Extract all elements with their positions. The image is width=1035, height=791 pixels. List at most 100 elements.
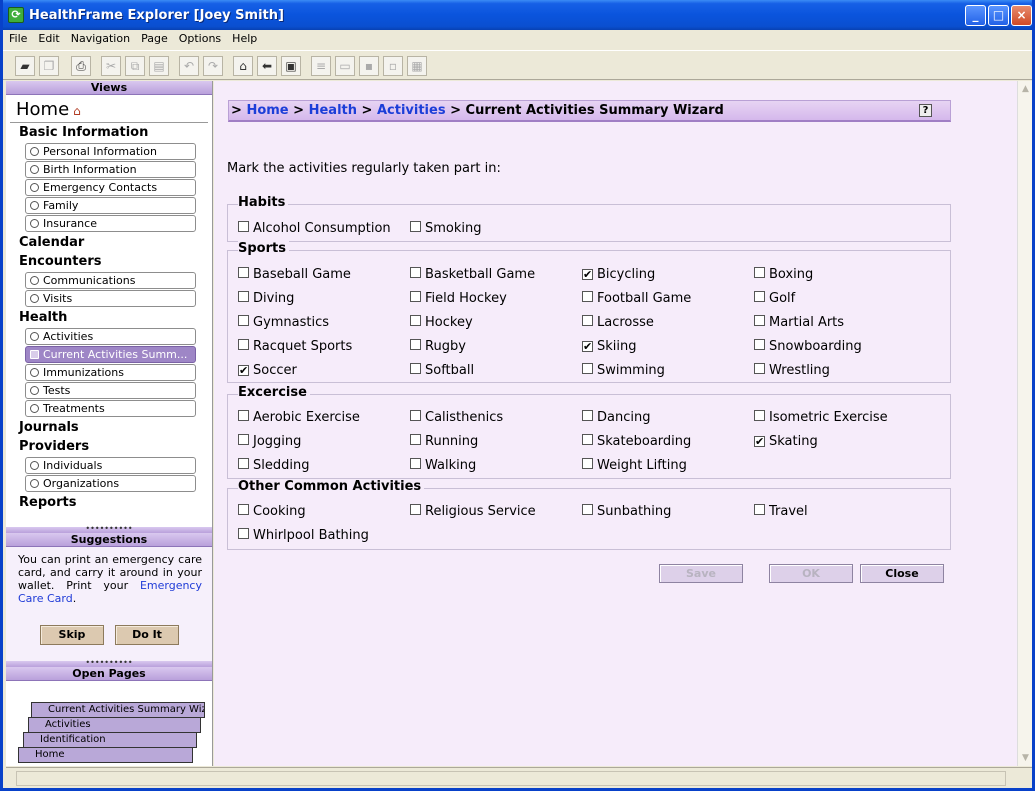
unchecked-box-icon[interactable] [238, 528, 249, 539]
checkbox-skiing[interactable]: ✔ Skiing [582, 339, 637, 354]
checkbox-religious-service[interactable]: Religious Service [410, 504, 536, 519]
checkbox-racquet-sports[interactable]: Racquet Sports [238, 339, 352, 354]
unchecked-box-icon[interactable] [238, 434, 249, 445]
save-as-icon[interactable]: ▫ [383, 56, 403, 76]
unchecked-box-icon[interactable] [754, 363, 765, 374]
open-page-home[interactable]: Home [18, 747, 193, 763]
nav-birth-information[interactable]: Birth Information [25, 161, 196, 178]
section-providers[interactable]: Providers [6, 437, 212, 456]
home-icon[interactable]: ⌂ [233, 56, 253, 76]
section-calendar[interactable]: Calendar [6, 233, 212, 252]
checkbox-football-game[interactable]: Football Game [582, 291, 691, 306]
unchecked-box-icon[interactable] [754, 291, 765, 302]
copy-icon[interactable]: ⧉ [125, 56, 145, 76]
checkbox-whirlpool-bathing[interactable]: Whirlpool Bathing [238, 528, 369, 543]
checkbox-bicycling[interactable]: ✔ Bicycling [582, 267, 655, 282]
nav-treatments[interactable]: Treatments [25, 400, 196, 417]
unchecked-box-icon[interactable] [238, 315, 249, 326]
menu-file[interactable]: File [3, 30, 32, 45]
nav-insurance[interactable]: Insurance [25, 215, 196, 232]
skip-button[interactable]: Skip [40, 625, 104, 645]
checkbox-sledding[interactable]: Sledding [238, 458, 309, 473]
unchecked-box-icon[interactable] [410, 339, 421, 350]
unchecked-box-icon[interactable] [754, 504, 765, 515]
checkbox-rugby[interactable]: Rugby [410, 339, 466, 354]
unchecked-box-icon[interactable] [410, 504, 421, 515]
checkbox-hockey[interactable]: Hockey [410, 315, 473, 330]
checkbox-calisthenics[interactable]: Calisthenics [410, 410, 503, 425]
checkbox-cooking[interactable]: Cooking [238, 504, 306, 519]
breadcrumb-health[interactable]: Health [309, 103, 357, 118]
nav-personal-information[interactable]: Personal Information [25, 143, 196, 160]
paste-icon[interactable]: ▤ [149, 56, 169, 76]
ok-button[interactable]: OK [769, 564, 853, 583]
nav-family[interactable]: Family [25, 197, 196, 214]
unchecked-box-icon[interactable] [582, 363, 593, 374]
vertical-scrollbar[interactable]: ▲ ▼ [1017, 81, 1032, 766]
copy-page-icon[interactable]: ❐ [39, 56, 59, 76]
unchecked-box-icon[interactable] [582, 315, 593, 326]
unchecked-box-icon[interactable] [238, 458, 249, 469]
unchecked-box-icon[interactable] [238, 267, 249, 278]
unchecked-box-icon[interactable] [582, 458, 593, 469]
section-encounters[interactable]: Encounters [6, 252, 212, 271]
unchecked-box-icon[interactable] [754, 339, 765, 350]
open-page-activities[interactable]: Activities [28, 717, 201, 733]
checked-box-icon[interactable]: ✔ [238, 365, 249, 376]
title-bar[interactable]: ⟳ HealthFrame Explorer [Joey Smith] _ □ … [3, 0, 1032, 30]
unchecked-box-icon[interactable] [754, 410, 765, 421]
nav-immunizations[interactable]: Immunizations [25, 364, 196, 381]
do-it-button[interactable]: Do It [115, 625, 179, 645]
checkbox-aerobic-exercise[interactable]: Aerobic Exercise [238, 410, 360, 425]
nav-communications[interactable]: Communications [25, 272, 196, 289]
checkbox-boxing[interactable]: Boxing [754, 267, 813, 282]
breadcrumb-home[interactable]: Home [246, 103, 288, 118]
checked-box-icon[interactable]: ✔ [582, 269, 593, 280]
unchecked-box-icon[interactable] [754, 315, 765, 326]
unchecked-box-icon[interactable] [410, 221, 421, 232]
unchecked-box-icon[interactable] [582, 434, 593, 445]
print-icon[interactable]: ⎙ [71, 56, 91, 76]
cut-icon[interactable]: ✂ [101, 56, 121, 76]
checkbox-weight-lifting[interactable]: Weight Lifting [582, 458, 687, 473]
checkbox-golf[interactable]: Golf [754, 291, 795, 306]
open-page-identification[interactable]: Identification [23, 732, 197, 748]
checkbox-wrestling[interactable]: Wrestling [754, 363, 830, 378]
checked-box-icon[interactable]: ✔ [582, 341, 593, 352]
close-button[interactable]: Close [860, 564, 944, 583]
minimize-button[interactable]: _ [965, 5, 986, 26]
unchecked-box-icon[interactable] [410, 363, 421, 374]
section-journals[interactable]: Journals [6, 418, 212, 437]
unchecked-box-icon[interactable] [410, 291, 421, 302]
nav-current-activities-summary[interactable]: Current Activities Summ... [25, 346, 196, 363]
unchecked-box-icon[interactable] [238, 339, 249, 350]
nav-individuals[interactable]: Individuals [25, 457, 196, 474]
checkbox-dancing[interactable]: Dancing [582, 410, 650, 425]
checkbox-isometric-exercise[interactable]: Isometric Exercise [754, 410, 888, 425]
nav-tests[interactable]: Tests [25, 382, 196, 399]
checkbox-alcohol-consumption[interactable]: Alcohol Consumption [238, 221, 391, 236]
unchecked-box-icon[interactable] [238, 410, 249, 421]
checkbox-softball[interactable]: Softball [410, 363, 474, 378]
checkbox-basketball-game[interactable]: Basketball Game [410, 267, 535, 282]
scroll-up-icon[interactable]: ▲ [1018, 81, 1033, 97]
checkbox-gymnastics[interactable]: Gymnastics [238, 315, 329, 330]
unchecked-box-icon[interactable] [410, 458, 421, 469]
unchecked-box-icon[interactable] [582, 410, 593, 421]
unchecked-box-icon[interactable] [410, 315, 421, 326]
checkbox-baseball-game[interactable]: Baseball Game [238, 267, 351, 282]
open-page-current-activities[interactable]: Current Activities Summary Wiz... [31, 702, 205, 718]
checkbox-running[interactable]: Running [410, 434, 478, 449]
bookmark-folder-icon[interactable]: ▣ [281, 56, 301, 76]
scroll-down-icon[interactable]: ▼ [1018, 750, 1033, 766]
undo-icon[interactable]: ↶ [179, 56, 199, 76]
checkbox-sunbathing[interactable]: Sunbathing [582, 504, 671, 519]
checkbox-walking[interactable]: Walking [410, 458, 476, 473]
home-header[interactable]: Home ⌂ [10, 95, 208, 123]
section-reports[interactable]: Reports [6, 493, 212, 512]
nav-organizations[interactable]: Organizations [25, 475, 196, 492]
card-icon[interactable]: ▭ [335, 56, 355, 76]
back-arrow-icon[interactable]: ⬅ [257, 56, 277, 76]
nav-activities[interactable]: Activities [25, 328, 196, 345]
help-icon[interactable]: ? [919, 104, 932, 117]
